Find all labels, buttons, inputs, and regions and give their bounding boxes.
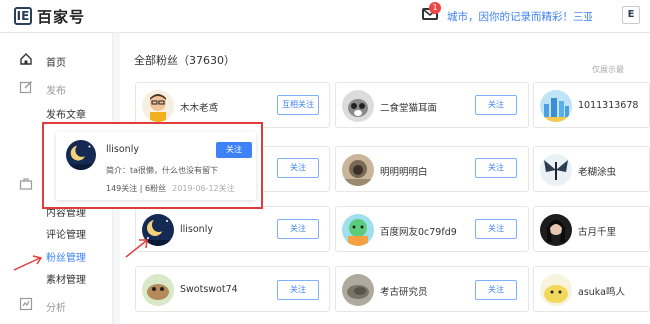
sidebar-item-material-manage[interactable]: 素材管理 xyxy=(46,271,86,286)
sidebar-item-home[interactable]: 首页 xyxy=(46,54,66,69)
fan-name[interactable]: llisonly xyxy=(180,224,280,235)
sidebar-item-publish-article[interactable]: 发布文章 xyxy=(46,106,86,121)
edit-icon xyxy=(19,81,32,94)
fan-name[interactable]: 百度网友0c79fd9 xyxy=(380,224,480,238)
popup-follow-button[interactable]: 关注 xyxy=(216,142,252,158)
fan-avatar xyxy=(540,214,572,246)
user-avatar[interactable]: E xyxy=(622,6,640,24)
popup-counts: 149关注 | 6粉丝 xyxy=(106,184,167,193)
fan-name[interactable]: 明明明明白 xyxy=(380,164,480,178)
fan-card[interactable]: 古月千里 xyxy=(533,206,650,252)
home-icon xyxy=(20,53,32,65)
fan-name[interactable]: 考古研究员 xyxy=(380,284,480,298)
top-header: IE 百家号 1 城市，因你的记录而精彩！三亚城... E xyxy=(0,0,650,33)
fan-avatar xyxy=(142,90,174,122)
fan-avatar xyxy=(142,274,174,306)
brand-logo[interactable]: IE 百家号 xyxy=(14,6,85,26)
fan-avatar xyxy=(342,274,374,306)
mail-badge: 1 xyxy=(429,2,441,14)
fan-avatar xyxy=(540,154,572,186)
popup-bio: 简介：ta很懒，什么也没有留下 xyxy=(106,166,219,175)
fan-avatar xyxy=(342,214,374,246)
follow-button[interactable]: 关注 xyxy=(475,280,517,300)
follow-button[interactable]: 关注 xyxy=(475,95,517,115)
mutual-follow-button[interactable]: 互相关注 xyxy=(277,95,319,115)
follow-button[interactable]: 关注 xyxy=(277,158,319,178)
fan-name[interactable]: 木木老鸢 xyxy=(180,100,280,114)
popup-avatar xyxy=(66,140,96,170)
fan-card[interactable]: 老糊涂虫 xyxy=(533,146,650,192)
fan-name[interactable]: 1011313678 xyxy=(578,100,650,111)
fan-avatar xyxy=(342,90,374,122)
fan-name[interactable]: Swotswot74 xyxy=(180,284,280,295)
fan-name[interactable]: 二食堂猫耳面 xyxy=(380,100,480,114)
logo-text: 百家号 xyxy=(37,7,86,26)
fan-card[interactable]: 1011313678 xyxy=(533,82,650,128)
sidebar-section-publish: 发布 xyxy=(46,86,66,97)
follow-button[interactable]: 关注 xyxy=(277,280,319,300)
highlight-frame: llisonly 关注 简介：ta很懒，什么也没有留下 149关注 | 6粉丝 2… xyxy=(42,122,263,209)
page-title: 全部粉丝（37630） xyxy=(134,54,235,67)
popup-follow-date: 2019-06-12关注 xyxy=(172,184,235,193)
fan-name[interactable]: 古月千里 xyxy=(578,224,650,238)
toolbox-icon xyxy=(19,178,33,190)
sidebar-item-comment-manage[interactable]: 评论管理 xyxy=(46,226,86,241)
follow-button[interactable]: 关注 xyxy=(475,219,517,239)
fan-avatar xyxy=(540,274,572,306)
fan-name[interactable]: asuka鸣人 xyxy=(578,284,650,298)
fan-avatar xyxy=(540,90,572,122)
fan-name[interactable]: 老糊涂虫 xyxy=(578,164,650,178)
logo-mark-icon: IE xyxy=(14,7,32,25)
user-hover-card: llisonly 关注 简介：ta很懒，什么也没有留下 149关注 | 6粉丝 2… xyxy=(56,132,256,200)
annotation-arrow-icon xyxy=(13,255,43,271)
notice-link[interactable]: 城市，因你的记录而精彩！三亚城... xyxy=(447,9,592,24)
annotation-arrow-icon xyxy=(125,239,148,258)
fan-card[interactable]: asuka鸣人 xyxy=(533,266,650,312)
follow-button[interactable]: 关注 xyxy=(475,158,517,178)
sidebar-item-fans-manage[interactable]: 粉丝管理 xyxy=(46,249,86,264)
popup-user-name[interactable]: llisonly xyxy=(106,144,139,155)
fan-avatar xyxy=(342,154,374,186)
popup-stats: 149关注 | 6粉丝 2019-06-12关注 xyxy=(106,183,235,194)
analysis-icon xyxy=(19,297,33,311)
sidebar-section-analysis: 分析 xyxy=(46,303,66,314)
follow-button[interactable]: 关注 xyxy=(277,219,319,239)
display-hint: 仅展示最 xyxy=(592,65,624,74)
